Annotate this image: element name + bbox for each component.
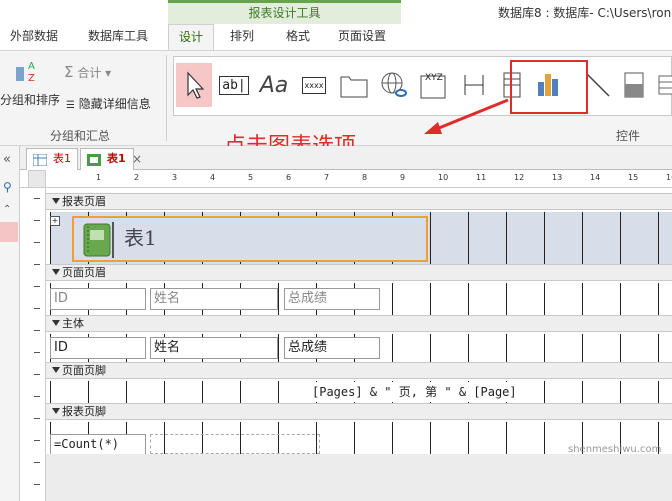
ruler-tick bbox=[34, 352, 40, 353]
textbox-icon[interactable]: ab| bbox=[216, 63, 252, 107]
text-cursor bbox=[112, 222, 114, 258]
field-id[interactable]: ID bbox=[50, 337, 146, 359]
controls-group-label: 控件 bbox=[616, 129, 641, 143]
more-icon[interactable] bbox=[648, 63, 672, 107]
svg-text:A: A bbox=[28, 61, 35, 72]
close-icon[interactable]: × bbox=[132, 152, 142, 166]
search-icon[interactable]: ⚲ bbox=[3, 180, 12, 194]
navigation-pane: « ⚲ ⌃ bbox=[0, 146, 20, 501]
ruler-tick bbox=[34, 330, 40, 331]
doc-tab-label: 表1 bbox=[53, 152, 71, 165]
ruler-number: 4 bbox=[210, 173, 216, 182]
tab-format[interactable]: 格式 bbox=[286, 24, 310, 50]
report-title-label[interactable]: 表1 bbox=[72, 216, 428, 262]
hide-details-icon: ☰ bbox=[66, 100, 75, 111]
ruler-number: 10 bbox=[438, 173, 449, 182]
doc-tab-report[interactable]: 表1 bbox=[80, 148, 134, 170]
ruler-tick bbox=[34, 264, 40, 265]
ruler-tick bbox=[34, 374, 40, 375]
option-group-icon-text: XYZ bbox=[425, 73, 443, 83]
watermark: shenmeshiwu.com bbox=[568, 444, 662, 455]
ruler-tick bbox=[34, 198, 40, 199]
window-title: 数据库8 : 数据库- C:\Users\ron bbox=[498, 6, 672, 20]
hide-details-label: 隐藏详细信息 bbox=[78, 97, 151, 111]
ruler-tick bbox=[34, 308, 40, 309]
label-id[interactable]: ID bbox=[50, 288, 146, 310]
tab-database-tools[interactable]: 数据库工具 bbox=[88, 24, 148, 50]
horizontal-ruler: 12345678910111213141516 bbox=[20, 170, 672, 188]
ruler-number: 16 bbox=[666, 173, 672, 182]
field-placeholder[interactable] bbox=[150, 434, 320, 454]
contextual-tab-header: 报表设计工具 bbox=[168, 0, 401, 24]
chart-highlight-box bbox=[510, 60, 588, 114]
annotation-arrow bbox=[424, 98, 509, 134]
report-logo-icon bbox=[80, 222, 114, 271]
chevron-up-icon[interactable]: ⌃ bbox=[3, 204, 11, 215]
doc-tab-label: 表1 bbox=[107, 152, 126, 165]
ruler-scale: 12345678910111213141516 bbox=[66, 170, 672, 188]
section-page-header[interactable]: 页面页眉 bbox=[46, 264, 672, 281]
ruler-number: 12 bbox=[514, 173, 525, 182]
move-handle-icon[interactable]: + bbox=[50, 216, 60, 226]
ruler-number: 14 bbox=[590, 173, 601, 182]
select-pointer-icon[interactable] bbox=[176, 63, 212, 107]
section-detail[interactable]: 主体 bbox=[46, 315, 672, 332]
svg-text:Z: Z bbox=[28, 73, 35, 84]
design-empty-area bbox=[46, 454, 672, 501]
report-title-text: 表1 bbox=[124, 226, 157, 250]
field-total-score[interactable]: 总成绩 bbox=[284, 337, 380, 359]
section-report-footer[interactable]: 报表页脚 bbox=[46, 403, 672, 420]
field-count[interactable]: =Count(*) bbox=[50, 434, 146, 454]
sort-icon[interactable]: AZ bbox=[14, 57, 44, 85]
hide-details-button[interactable]: ☰ 隐藏详细信息 bbox=[66, 95, 151, 112]
label-total-score[interactable]: 总成绩 bbox=[284, 288, 380, 310]
ruler-number: 5 bbox=[248, 173, 254, 182]
ruler-number: 13 bbox=[552, 173, 563, 182]
section-page-footer[interactable]: 页面页脚 bbox=[46, 362, 672, 379]
ruler-number: 15 bbox=[628, 173, 639, 182]
ruler-number: 9 bbox=[400, 173, 406, 182]
total-button[interactable]: Σ 合计 ▾ bbox=[64, 63, 111, 81]
ruler-number: 8 bbox=[362, 173, 368, 182]
ruler-tick bbox=[34, 484, 40, 485]
folder-tab-icon[interactable] bbox=[336, 63, 372, 107]
section-report-header[interactable]: 报表页眉 bbox=[46, 193, 672, 210]
document-tabs: 表1 表1 × bbox=[20, 146, 672, 170]
ruler-number: 7 bbox=[324, 173, 330, 182]
ruler-tick bbox=[34, 440, 40, 441]
ruler-corner bbox=[28, 170, 46, 188]
field-name[interactable]: 姓名 bbox=[150, 337, 278, 359]
ruler-number: 6 bbox=[286, 173, 292, 182]
group-sort-button[interactable]: 分组和排序 bbox=[0, 91, 60, 108]
collapse-pane-icon[interactable]: « bbox=[3, 152, 11, 167]
button-icon[interactable]: xxxx bbox=[296, 63, 332, 107]
toggle-icon[interactable] bbox=[616, 63, 652, 107]
ruler-tick bbox=[34, 242, 40, 243]
doc-tab-table[interactable]: 表1 bbox=[26, 148, 78, 170]
label-icon[interactable]: Aa bbox=[256, 63, 292, 107]
field-page-number[interactable]: [Pages] & " 页, 第 " & [Page] bbox=[308, 382, 540, 402]
tab-page-setup[interactable]: 页面设置 bbox=[338, 24, 386, 50]
label-name[interactable]: 姓名 bbox=[150, 288, 278, 310]
total-label: 合计 bbox=[77, 66, 102, 80]
tab-design[interactable]: 设计 bbox=[168, 24, 215, 50]
ruler-number: 11 bbox=[476, 173, 487, 182]
tab-arrange[interactable]: 排列 bbox=[230, 24, 254, 50]
nav-selected-item[interactable] bbox=[0, 222, 18, 242]
ruler-number: 3 bbox=[172, 173, 178, 182]
group-sort-group-label: 分组和汇总 bbox=[50, 129, 111, 143]
sigma-icon: Σ bbox=[64, 63, 74, 81]
ruler-number: 2 bbox=[134, 173, 140, 182]
ruler-tick bbox=[34, 286, 40, 287]
group-divider bbox=[166, 55, 167, 141]
ruler-tick bbox=[34, 396, 40, 397]
ribbon-tabs: 外部数据 数据库工具 设计 排列 格式 页面设置 bbox=[0, 24, 672, 50]
vertical-ruler bbox=[28, 188, 46, 501]
ruler-number: 1 bbox=[96, 173, 102, 182]
ruler-tick bbox=[34, 418, 40, 419]
tab-external-data[interactable]: 外部数据 bbox=[10, 24, 58, 50]
ruler-tick bbox=[34, 462, 40, 463]
ruler-tick bbox=[34, 220, 40, 221]
globe-link-icon[interactable] bbox=[376, 63, 412, 107]
